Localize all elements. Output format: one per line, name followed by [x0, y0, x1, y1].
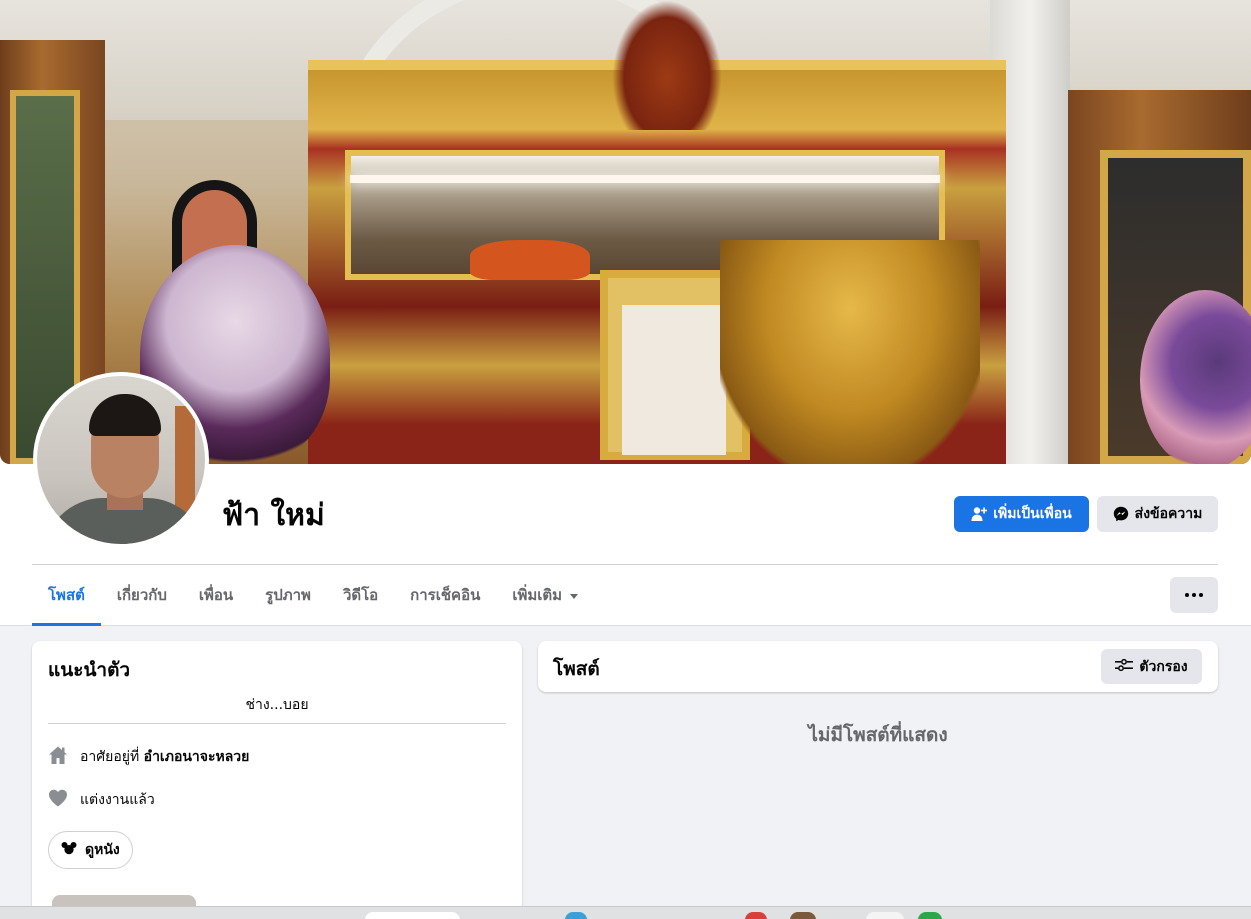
tab-friends[interactable]: เพื่อน [183, 566, 249, 624]
filter-sliders-icon [1115, 658, 1134, 676]
profile-avatar[interactable] [33, 372, 209, 548]
cover-photo[interactable] [0, 0, 1251, 464]
more-dots-icon [1185, 593, 1189, 597]
no-posts-message: ไม่มีโพสต์ที่แสดง [808, 724, 948, 746]
tab-friends-label: เพื่อน [198, 586, 234, 604]
taskbar-app-icon[interactable] [565, 912, 587, 919]
taskbar [0, 906, 1251, 919]
add-friend-icon [971, 506, 988, 522]
posts-title: โพสต์ [553, 658, 600, 680]
tab-about-label: เกี่ยวกับ [116, 586, 167, 604]
relationship-row: แต่งงานแล้ว [48, 788, 155, 812]
lives-in-place[interactable]: อำเภอนาจะหลวย [144, 749, 250, 765]
tab-about[interactable]: เกี่ยวกับ [101, 566, 183, 624]
filter-button[interactable]: ตัวกรอง [1101, 649, 1202, 684]
tab-photos[interactable]: รูปภาพ [249, 566, 327, 624]
heart-icon [48, 788, 68, 812]
taskbar-app-icon[interactable] [918, 912, 942, 919]
more-dots-icon [1192, 593, 1196, 597]
messenger-icon [1113, 506, 1129, 522]
cover-portrait [622, 305, 726, 455]
more-options-button[interactable] [1170, 577, 1218, 613]
intro-title: แนะนำตัว [48, 659, 131, 681]
intro-card: แนะนำตัว ช่าง...บอย อาศัยอยู่ที่ อำเภอนา… [32, 641, 522, 919]
avatar-background-door [175, 406, 195, 516]
hobby-label: ดูหนัง [85, 842, 120, 858]
tab-videos[interactable]: วิดีโอ [327, 566, 394, 624]
cover-robe [470, 240, 590, 280]
tab-more-label: เพิ่มเติม [512, 586, 563, 604]
lives-in-prefix: อาศัยอยู่ที่ [80, 749, 140, 765]
tab-posts-label: โพสต์ [48, 586, 85, 604]
intro-divider [48, 723, 506, 724]
tab-videos-label: วิดีโอ [342, 586, 379, 604]
tab-photos-label: รูปภาพ [265, 586, 311, 604]
mickey-icon [61, 841, 77, 859]
lives-in-row: อาศัยอยู่ที่ อำเภอนาจะหลวย [48, 745, 249, 769]
cover-golden-statue [720, 240, 980, 464]
cover-crest [612, 0, 722, 130]
filter-label: ตัวกรอง [1139, 658, 1188, 675]
header-divider [32, 564, 1218, 565]
tab-posts[interactable]: โพสต์ [32, 566, 101, 626]
lives-in-text: อาศัยอยู่ที่ อำเภอนาจะหลวย [80, 746, 249, 768]
message-label: ส่งข้อความ [1134, 506, 1203, 522]
taskbar-app-icon[interactable] [745, 912, 767, 919]
more-dots-icon [1199, 593, 1203, 597]
caret-down-icon [570, 593, 579, 599]
add-friend-label: เพิ่มเป็นเพื่อน [993, 506, 1072, 522]
message-button[interactable]: ส่งข้อความ [1097, 496, 1218, 532]
relationship-text: แต่งงานแล้ว [80, 792, 155, 808]
taskbar-app-icon[interactable] [790, 912, 816, 919]
profile-tabs: โพสต์ เกี่ยวกับ เพื่อน รูปภาพ วิดีโอ การ… [32, 566, 594, 626]
hobby-chip[interactable]: ดูหนัง [48, 831, 133, 869]
taskbar-search[interactable] [365, 912, 460, 919]
tab-more[interactable]: เพิ่มเติม [496, 566, 594, 624]
taskbar-app-icon[interactable] [866, 912, 904, 919]
tab-checkins-label: การเช็คอิน [410, 586, 481, 604]
avatar-hair [89, 394, 161, 436]
add-friend-button[interactable]: เพิ่มเป็นเพื่อน [954, 496, 1089, 532]
profile-name: ฟ้า ใหม่ [222, 498, 325, 533]
cover-light [350, 175, 940, 183]
home-icon [48, 745, 68, 769]
tab-checkins[interactable]: การเช็คอิน [394, 566, 496, 624]
intro-bio: ช่าง...บอย [245, 697, 309, 713]
posts-card: โพสต์ ตัวกรอง [538, 641, 1218, 692]
